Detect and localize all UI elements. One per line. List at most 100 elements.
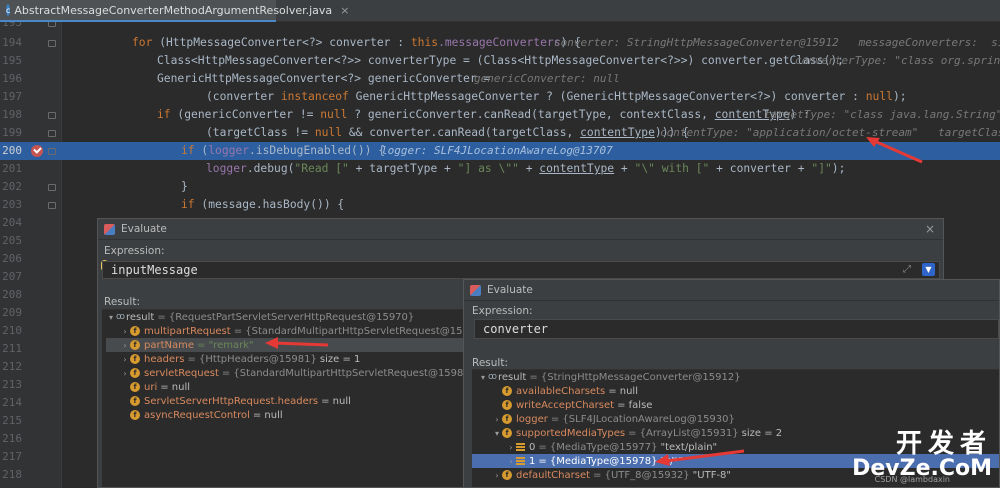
- expand-icon[interactable]: ⤢: [903, 264, 911, 275]
- tree-row[interactable]: f availableCharsets = null: [492, 384, 996, 398]
- keyword: for: [132, 36, 153, 49]
- field-icon: f: [130, 354, 140, 364]
- expression-label: Expression:: [104, 245, 165, 257]
- code-fragment: (targetClass !=: [206, 126, 315, 139]
- line-number: 202: [2, 180, 22, 193]
- string-literal: "\" with [": [634, 162, 710, 175]
- fold-icon[interactable]: [48, 148, 56, 155]
- tree-node-name: partName: [144, 339, 195, 351]
- tree-node-name: headers: [144, 353, 185, 365]
- expand-icon[interactable]: ›: [492, 471, 502, 480]
- tab-title: AbstractMessageConverterMethodArgumentRe…: [14, 3, 333, 17]
- tree-node-name: supportedMediaTypes: [516, 427, 626, 439]
- fold-icon[interactable]: [48, 112, 56, 119]
- tree-row[interactable]: › f logger = {SLF4JLocationAwareLog@1593…: [492, 412, 996, 426]
- tree-node-value: = {MediaType@15977}: [538, 441, 658, 453]
- result-label: Result:: [104, 296, 140, 308]
- code-fragment: + converter +: [709, 162, 812, 175]
- tree-row[interactable]: f writeAcceptCharset = false: [492, 398, 996, 412]
- field-icon: f: [502, 414, 512, 424]
- tree-node-value: = {StringHttpMessageConverter@15912}: [529, 371, 741, 383]
- keyword: if: [157, 108, 171, 121]
- dialog-title-bar[interactable]: Evaluate: [98, 219, 943, 240]
- code-line: 196 GenericHttpMessageConverter<?> gener…: [0, 70, 1000, 88]
- line-number: 196: [2, 72, 22, 85]
- fold-icon[interactable]: [48, 40, 56, 47]
- breakpoint-icon[interactable]: [31, 145, 43, 157]
- line-number: 214: [2, 396, 22, 409]
- fold-icon[interactable]: [48, 22, 56, 27]
- code-fragment: .isDebugEnabled()) {: [249, 144, 386, 157]
- intellij-icon: [470, 284, 481, 296]
- line-number: 204: [2, 216, 22, 229]
- watermark-logo: 开发者 DevZe.CoM: [852, 430, 992, 480]
- collapse-icon[interactable]: ▾: [478, 373, 488, 382]
- tree-node-value: = {ArrayList@15931}: [628, 427, 739, 439]
- collapse-icon[interactable]: ▾: [106, 313, 116, 322]
- inline-debug-hint: targetType: "class java.lang.String": [764, 108, 1000, 121]
- field-icon: f: [130, 396, 140, 406]
- line-number: 198: [2, 108, 22, 121]
- dialog-title: Evaluate: [487, 284, 533, 296]
- tree-node-name: uri: [144, 381, 158, 393]
- fold-icon[interactable]: [48, 202, 56, 209]
- history-dropdown-button[interactable]: ▼: [922, 263, 935, 276]
- tree-node-name: servletRequest: [144, 367, 219, 379]
- tree-node-value: = null: [608, 385, 638, 397]
- line-number: 210: [2, 324, 22, 337]
- tree-node-name: ServletServerHttpRequest.headers: [144, 395, 319, 407]
- line-number: 199: [2, 126, 22, 139]
- line-number: 193: [2, 22, 22, 29]
- line-number: 215: [2, 414, 22, 427]
- fold-icon[interactable]: [48, 184, 56, 191]
- tree-row[interactable]: ▾ oo result = {StringHttpMessageConverte…: [478, 370, 996, 384]
- keyword: if: [181, 144, 195, 157]
- code-line: 201 logger.debug("Read [" + targetType +…: [0, 160, 1000, 178]
- code-fragment: ? genericConverter.canRead(targetType, c…: [347, 108, 715, 121]
- csdn-credit: CSDN @lambdaxin: [874, 475, 950, 484]
- code-fragment: + targetType +: [348, 162, 458, 175]
- line-number: 217: [2, 450, 22, 463]
- code-text: GenericHttpMessageConverter<?> genericCo…: [157, 72, 491, 85]
- expression-input[interactable]: inputMessage: [102, 261, 940, 279]
- fold-icon[interactable]: [48, 130, 56, 137]
- code-line: 197 (converter instanceof GenericHttpMes…: [0, 88, 1000, 106]
- tree-node-name: result: [126, 311, 155, 323]
- expand-icon[interactable]: ›: [492, 415, 502, 424]
- tree-node-name: logger: [516, 413, 548, 425]
- close-tab-icon[interactable]: ×: [340, 4, 349, 17]
- line-number: 194: [2, 36, 22, 49]
- variable-ref: contentType: [580, 126, 655, 139]
- keyword: null: [320, 108, 348, 121]
- tree-node-value: = {StandardMultipartHttpServletRequest@1…: [221, 367, 477, 379]
- collapse-icon[interactable]: ▾: [492, 429, 502, 438]
- code-text: if (genericConverter != null ? genericCo…: [157, 106, 810, 124]
- line-number: 208: [2, 288, 22, 301]
- code-fragment: +: [518, 162, 540, 175]
- field-ref: logger: [208, 144, 250, 157]
- code-line: 203 if (message.hasBody()) {: [0, 196, 1000, 214]
- tree-node-value: = "remark": [197, 339, 254, 351]
- expand-icon[interactable]: ›: [506, 443, 516, 452]
- expand-icon[interactable]: ›: [506, 457, 516, 466]
- field-icon: f: [130, 368, 140, 378]
- code-fragment: (HttpMessageConverter<?> converter :: [152, 36, 411, 49]
- dialog-title-bar[interactable]: Evaluate: [464, 280, 999, 301]
- code-text: logger.debug("Read [" + targetType + "] …: [206, 160, 845, 178]
- expression-input[interactable]: converter: [474, 319, 999, 339]
- result-label: Result:: [472, 357, 508, 369]
- code-line: 195 Class<HttpMessageConverter<?>> conve…: [0, 52, 1000, 70]
- tree-node-value: = null: [160, 381, 191, 393]
- keyword: if: [181, 198, 195, 211]
- tree-node-name: defaultCharset: [516, 469, 591, 481]
- expand-icon[interactable]: ›: [120, 369, 130, 378]
- expand-icon[interactable]: ›: [120, 341, 130, 350]
- code-line: 202 }: [0, 178, 1000, 196]
- expand-icon[interactable]: ›: [120, 327, 130, 336]
- code-line: 199 (targetClass != null && converter.ca…: [0, 124, 1000, 142]
- close-icon[interactable]: ×: [925, 222, 935, 236]
- watch-result-icon: oo: [116, 312, 125, 322]
- keyword: instanceof: [280, 90, 349, 103]
- editor-tab[interactable]: c AbstractMessageConverterMethodArgument…: [0, 0, 349, 22]
- expand-icon[interactable]: ›: [120, 355, 130, 364]
